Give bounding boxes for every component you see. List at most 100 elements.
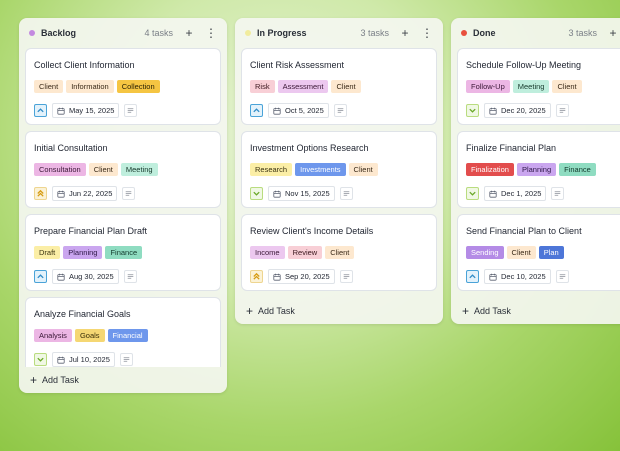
more-vertical-icon[interactable]: ⋮ [421,27,433,39]
tag-research[interactable]: Research [250,163,293,176]
task-card[interactable]: Analyze Financial Goals Analysis Goals Fina… [25,297,221,367]
task-card[interactable]: Send Financial Plan to Client Sending Clie… [457,214,620,291]
due-date-button[interactable]: Sep 20, 2025 [268,269,335,284]
chevron-down-icon[interactable] [466,187,479,200]
due-date-button[interactable]: Dec 1, 2025 [484,186,547,201]
due-date-button[interactable]: Nov 15, 2025 [268,186,335,201]
tag-investments[interactable]: Investments [295,163,346,176]
tag-financial[interactable]: Financial [107,329,148,342]
tag-draft[interactable]: Draft [34,246,61,259]
notes-icon[interactable] [555,270,569,283]
tag-consultation[interactable]: Consultation [34,163,86,176]
tag-list: Client Information Collection [34,80,212,93]
chevron-down-icon[interactable] [34,353,47,366]
due-date-button[interactable]: Jul 10, 2025 [52,352,115,367]
tag-sending[interactable]: Sending [466,246,504,259]
tag-list: Sending Client Plan [466,246,620,259]
tag-list: Income Review Client [250,246,428,259]
task-card[interactable]: Client Risk Assessment Risk Assessment Clie… [241,48,437,125]
notes-icon[interactable] [339,270,353,283]
task-card[interactable]: Review Client's Income Details Income Revi… [241,214,437,291]
notes-icon[interactable] [119,353,133,366]
tag-finance[interactable]: Finance [559,163,596,176]
tag-planning[interactable]: Planning [63,246,103,259]
status-dot-icon [245,30,251,36]
calendar-icon [489,190,497,198]
more-vertical-icon[interactable]: ⋮ [205,27,217,39]
task-meta: Dec 10, 2025 [466,269,620,284]
chevron-up-icon[interactable] [34,104,47,117]
tag-client[interactable]: Client [88,163,118,176]
tag-client[interactable]: Client [348,163,378,176]
add-task-button[interactable]: + Add Task [451,298,620,324]
due-date-button[interactable]: Oct 5, 2025 [268,103,329,118]
tag-client[interactable]: Client [34,80,64,93]
plus-icon[interactable]: + [399,27,411,39]
tag-follow-up[interactable]: Follow-Up [466,80,510,93]
task-card[interactable]: Initial Consultation Consultation Client Me… [25,131,221,208]
add-task-label: Add Task [42,375,79,385]
notes-icon[interactable] [339,187,353,200]
due-date-button[interactable]: Aug 30, 2025 [52,269,119,284]
tag-meeting[interactable]: Meeting [512,80,550,93]
chevron-up-icon[interactable] [34,270,47,283]
chevron-down-icon[interactable] [250,187,263,200]
tag-client[interactable]: Client [552,80,582,93]
task-card[interactable]: Schedule Follow-Up Meeting Follow-Up Meeti… [457,48,620,125]
tag-goals[interactable]: Goals [74,329,105,342]
plus-icon[interactable]: + [183,27,195,39]
add-task-label: Add Task [474,306,511,316]
add-task-label: Add Task [258,306,295,316]
double-chevron-up-icon[interactable] [34,187,47,200]
calendar-icon [57,190,65,198]
tag-list: Draft Planning Finance [34,246,212,259]
tag-information[interactable]: Information [66,80,114,93]
task-card[interactable]: Finalize Financial Plan Finalization Plann… [457,131,620,208]
tag-client[interactable]: Client [331,80,361,93]
tag-collection[interactable]: Collection [116,80,160,93]
column-backlog: Backlog 4 tasks + ⋮ Collect Client Informati… [19,18,227,393]
tag-risk[interactable]: Risk [250,80,275,93]
add-task-button[interactable]: + Add Task [235,298,443,324]
due-date-button[interactable]: Dec 20, 2025 [484,103,551,118]
task-title: Review Client's Income Details [250,226,374,236]
chevron-up-icon[interactable] [250,104,263,117]
tag-analysis[interactable]: Analysis [34,329,72,342]
tag-finalization[interactable]: Finalization [466,163,514,176]
notes-icon[interactable] [123,270,137,283]
notes-icon[interactable] [124,104,138,117]
task-meta: May 15, 2025 [34,103,212,118]
notes-icon[interactable] [555,104,569,117]
task-card[interactable]: Prepare Financial Plan Draft Draft Plannin… [25,214,221,291]
due-date-button[interactable]: May 15, 2025 [52,103,120,118]
add-task-button[interactable]: + Add Task [19,367,227,393]
task-title: Client Risk Assessment [250,60,345,70]
double-chevron-up-icon[interactable] [250,270,263,283]
tag-finance[interactable]: Finance [105,246,143,259]
tag-plan[interactable]: Plan [538,246,564,259]
tag-review[interactable]: Review [287,246,323,259]
task-card[interactable]: Investment Options Research Research Inves… [241,131,437,208]
tag-assessment[interactable]: Assessment [277,80,329,93]
tag-list: Risk Assessment Client [250,80,428,93]
chevron-down-icon[interactable] [466,104,479,117]
notes-icon[interactable] [333,104,347,117]
calendar-icon [57,273,65,281]
tag-client[interactable]: Client [325,246,355,259]
column-header: Backlog 4 tasks + ⋮ [19,18,227,48]
task-title: Analyze Financial Goals [34,309,131,319]
tag-client[interactable]: Client [506,246,536,259]
calendar-icon [57,107,65,115]
plus-icon[interactable]: + [607,27,619,39]
notes-icon[interactable] [122,187,136,200]
task-count: 4 tasks [144,28,173,38]
due-date-text: May 15, 2025 [69,106,115,115]
tag-income[interactable]: Income [250,246,285,259]
task-card[interactable]: Collect Client Information Client Informat… [25,48,221,125]
due-date-button[interactable]: Dec 10, 2025 [484,269,551,284]
chevron-up-icon[interactable] [466,270,479,283]
tag-planning[interactable]: Planning [516,163,557,176]
tag-meeting[interactable]: Meeting [120,163,158,176]
due-date-button[interactable]: Jun 22, 2025 [52,186,118,201]
notes-icon[interactable] [551,187,565,200]
